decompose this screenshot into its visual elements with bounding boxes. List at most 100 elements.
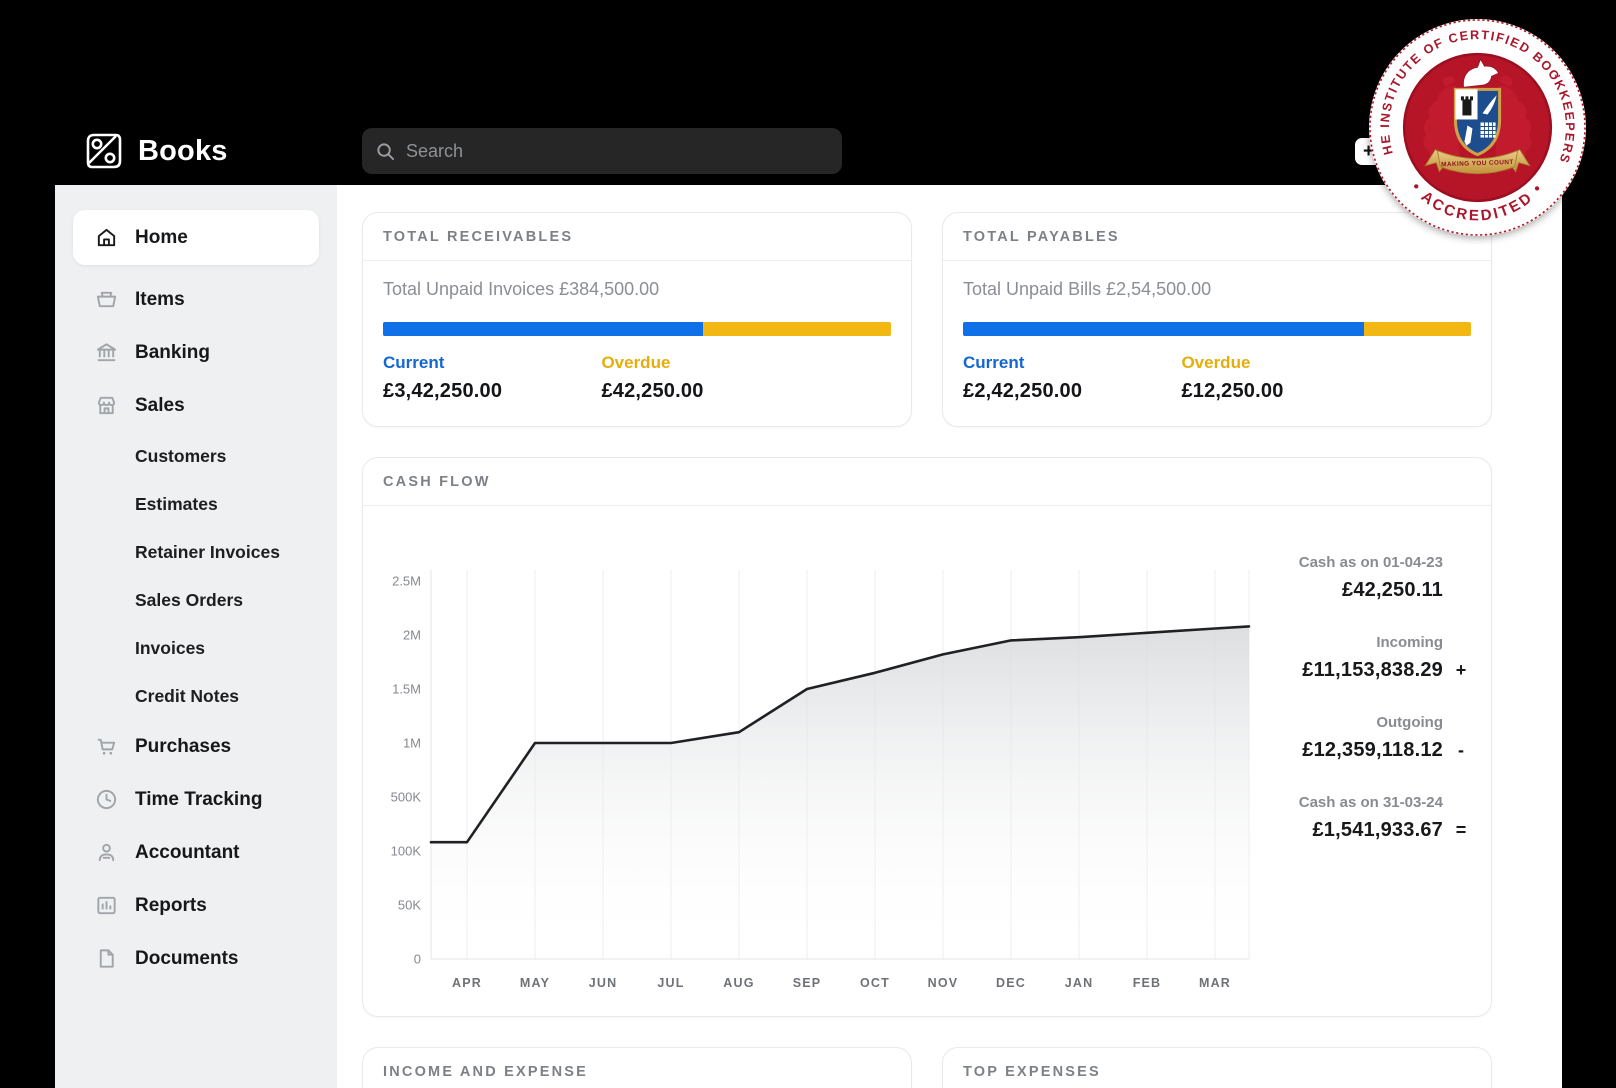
- income-and-expense-card: INCOME AND EXPENSE: [362, 1047, 912, 1088]
- search-icon: [376, 142, 395, 161]
- payables-progress-bar: [963, 322, 1471, 336]
- outgoing-value: £12,359,118.12: [1302, 739, 1443, 762]
- chart-x-tick-label: FEB: [1133, 976, 1162, 990]
- app-window: Books + Home: [55, 117, 1562, 1088]
- sidebar-item-sales-orders[interactable]: Sales Orders: [55, 576, 337, 624]
- overdue-value: £12,250.00: [1181, 380, 1471, 403]
- sidebar-item-label: Sales: [135, 395, 185, 417]
- sidebar-item-items[interactable]: Items: [55, 273, 337, 326]
- cash-flow-card: CASH FLOW 050K100K500K1M1.5M2M2.5MAPRMAY…: [362, 457, 1492, 1017]
- overdue-label: Overdue: [1181, 353, 1471, 373]
- chart-area-fill: [431, 626, 1249, 959]
- sidebar-item-estimates[interactable]: Estimates: [55, 480, 337, 528]
- bank-icon: [95, 341, 118, 364]
- sidebar-item-sales[interactable]: Sales: [55, 379, 337, 432]
- chart-y-tick-label: 2.5M: [392, 574, 421, 589]
- current-label: Current: [963, 353, 1181, 373]
- chart-x-tick-label: MAR: [1199, 976, 1231, 990]
- sidebar-item-home[interactable]: Home: [73, 210, 319, 265]
- cash-closing-label: Cash as on 31-03-24: [1241, 794, 1471, 811]
- chart-y-tick-label: 1.5M: [392, 682, 421, 697]
- home-icon: [95, 226, 118, 249]
- sidebar-item-label: Accountant: [135, 842, 240, 864]
- current-value: £3,42,250.00: [383, 380, 601, 403]
- shield-tower: [1461, 96, 1473, 115]
- outgoing-label: Outgoing: [1241, 714, 1471, 731]
- chart-x-tick-label: JAN: [1065, 976, 1094, 990]
- sidebar-item-purchases[interactable]: Purchases: [55, 720, 337, 773]
- dashboard-content: TOTAL RECEIVABLES Total Unpaid Invoices …: [337, 185, 1562, 1088]
- chart-x-tick-label: JUL: [657, 976, 684, 990]
- sidebar-item-label: Items: [135, 289, 185, 311]
- cart-icon: [95, 735, 118, 758]
- cash-opening-value: £42,250.11: [1342, 579, 1443, 602]
- cash-closing-group: Cash as on 31-03-24 £1,541,933.67 =: [1241, 794, 1471, 842]
- sidebar-item-time-tracking[interactable]: Time Tracking: [55, 773, 337, 826]
- chart-y-tick-label: 50K: [398, 898, 421, 913]
- books-logo-icon: [82, 131, 124, 171]
- card-header: TOTAL RECEIVABLES: [363, 213, 911, 261]
- chart-x-tick-label: JUN: [589, 976, 618, 990]
- sidebar-item-reports[interactable]: Reports: [55, 879, 337, 932]
- chart-x-tick-label: NOV: [928, 976, 959, 990]
- card-title: INCOME AND EXPENSE: [383, 1064, 588, 1080]
- search-bar[interactable]: [362, 128, 842, 174]
- payables-overdue: Overdue £12,250.00: [1181, 353, 1471, 403]
- storefront-icon: [95, 394, 118, 417]
- sidebar-item-label: Documents: [135, 948, 238, 970]
- shield-abacus: [1481, 122, 1496, 137]
- chart-x-tick-label: AUG: [723, 976, 754, 990]
- card-title: TOP EXPENSES: [963, 1064, 1101, 1080]
- unpaid-invoices-summary: Total Unpaid Invoices £384,500.00: [383, 279, 891, 300]
- sidebar-item-label: Banking: [135, 342, 210, 364]
- chart-x-tick-label: APR: [452, 976, 482, 990]
- top-expenses-card: TOP EXPENSES: [942, 1047, 1492, 1088]
- top-navigation-bar: Books +: [55, 117, 1562, 185]
- chart-x-tick-label: DEC: [996, 976, 1026, 990]
- chart-x-tick-label: OCT: [860, 976, 890, 990]
- cash-closing-value: £1,541,933.67: [1312, 819, 1443, 842]
- cash-opening-label: Cash as on 01-04-23: [1241, 554, 1471, 571]
- overdue-value: £42,250.00: [601, 380, 891, 403]
- sidebar-item-accountant[interactable]: Accountant: [55, 826, 337, 879]
- sidebar-item-invoices[interactable]: Invoices: [55, 624, 337, 672]
- unpaid-bills-summary: Total Unpaid Bills £2,54,500.00: [963, 279, 1471, 300]
- brand-name: Books: [138, 135, 228, 168]
- overdue-label: Overdue: [601, 353, 891, 373]
- sidebar-item-retainer-invoices[interactable]: Retainer Invoices: [55, 528, 337, 576]
- sidebar-item-label: Time Tracking: [135, 789, 262, 811]
- icb-accredited-badge: THE INSTITUTE OF CERTIFIED BOOKKEEPERS ™…: [1367, 17, 1588, 238]
- current-value: £2,42,250.00: [963, 380, 1181, 403]
- clock-icon: [95, 788, 118, 811]
- document-icon: [95, 947, 118, 970]
- sidebar-item-label: Reports: [135, 895, 207, 917]
- sidebar-item-banking[interactable]: Banking: [55, 326, 337, 379]
- current-label: Current: [383, 353, 601, 373]
- search-input[interactable]: [406, 141, 828, 162]
- chart-x-tick-label: SEP: [793, 976, 822, 990]
- sidebar-item-credit-notes[interactable]: Credit Notes: [55, 672, 337, 720]
- card-title: TOTAL RECEIVABLES: [383, 229, 573, 245]
- cash-opening-group: Cash as on 01-04-23 £42,250.11: [1241, 554, 1471, 602]
- basket-icon: [95, 288, 118, 311]
- chart-y-tick-label: 100K: [391, 844, 422, 859]
- app-shell: Home Items Banking: [55, 185, 1562, 1088]
- person-icon: [95, 841, 118, 864]
- receivables-current: Current £3,42,250.00: [383, 353, 601, 403]
- sidebar-item-documents[interactable]: Documents: [55, 932, 337, 985]
- chart-y-tick-label: 1M: [403, 736, 421, 751]
- current-bar-segment: [963, 322, 1364, 336]
- sidebar-item-customers[interactable]: Customers: [55, 432, 337, 480]
- card-title: TOTAL PAYABLES: [963, 229, 1120, 245]
- incoming-group: Incoming £11,153,838.29+: [1241, 634, 1471, 682]
- sidebar-item-label: Purchases: [135, 736, 231, 758]
- card-header: TOP EXPENSES: [943, 1048, 1491, 1088]
- plus-sign: +: [1451, 660, 1471, 681]
- card-title: CASH FLOW: [383, 474, 491, 490]
- total-receivables-card: TOTAL RECEIVABLES Total Unpaid Invoices …: [362, 212, 912, 427]
- equals-sign: =: [1451, 820, 1471, 841]
- cashflow-chart: 050K100K500K1M1.5M2M2.5MAPRMAYJUNJULAUGS…: [383, 540, 1273, 1000]
- incoming-value: £11,153,838.29: [1302, 659, 1443, 682]
- minus-sign: -: [1451, 740, 1471, 761]
- cashflow-area-chart: 050K100K500K1M1.5M2M2.5MAPRMAYJUNJULAUGS…: [383, 540, 1273, 1000]
